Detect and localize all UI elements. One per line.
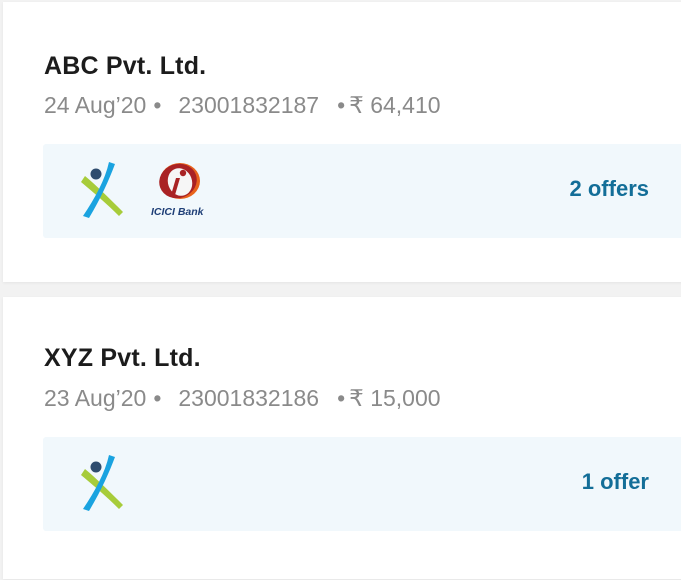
separator-dot: • — [153, 92, 162, 118]
offers-count-link[interactable]: 2 offers — [570, 176, 649, 202]
offers-count-link[interactable]: 1 offer — [582, 469, 649, 495]
transaction-card[interactable]: ABC Pvt. Ltd. 24 Aug’20 • 23001832187 • ₹ 64… — [3, 2, 681, 282]
icici-logo-text: ICICI Bank — [151, 206, 205, 218]
invoice-number: 23001832187 — [178, 92, 320, 118]
separator-dot: • — [153, 385, 162, 411]
transaction-meta: 23 Aug’20 • 23001832186 • ₹ 15,000 — [44, 385, 441, 412]
offers-page: ABC Pvt. Ltd. 24 Aug’20 • 23001832187 • ₹ 64… — [0, 0, 681, 580]
transaction-date: 24 Aug’20 — [44, 92, 147, 118]
company-name: XYZ Pvt. Ltd. — [44, 344, 201, 372]
offers-strip[interactable]: ICICI Bank 2 offers — [43, 144, 681, 238]
company-name: ABC Pvt. Ltd. — [44, 52, 207, 80]
separator-dot: • — [337, 92, 346, 118]
icici-bank-logo: ICICI Bank — [151, 163, 205, 218]
transaction-amount: ₹ 64,410 — [349, 92, 441, 118]
invoice-number: 23001832186 — [178, 385, 320, 411]
x-lender-logo — [81, 162, 123, 218]
x-lender-logo — [81, 455, 123, 511]
transaction-amount: ₹ 15,000 — [349, 385, 441, 411]
transaction-meta: 24 Aug’20 • 23001832187 • ₹ 64,410 — [44, 92, 441, 119]
transaction-card[interactable]: XYZ Pvt. Ltd. 23 Aug’20 • 23001832186 • ₹ 15… — [3, 297, 681, 579]
offers-strip[interactable]: 1 offer — [43, 437, 681, 531]
transaction-date: 23 Aug’20 — [44, 385, 147, 411]
separator-dot: • — [337, 385, 346, 411]
